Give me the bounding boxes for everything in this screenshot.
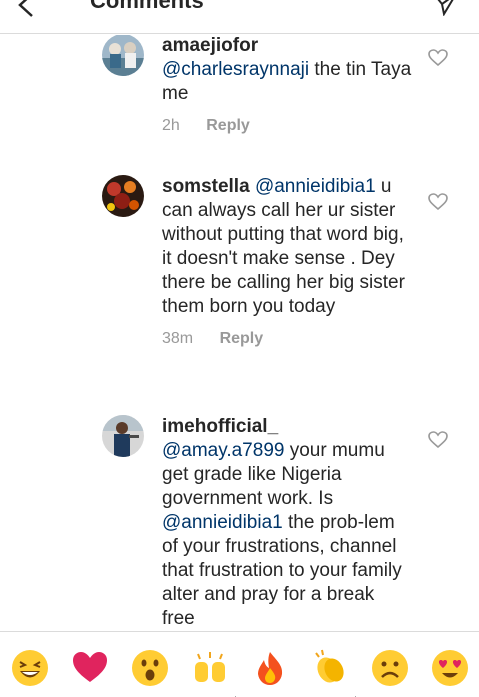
comments-header: Comments bbox=[0, 0, 479, 34]
heart-eyes-face-icon[interactable] bbox=[430, 648, 470, 688]
comment-username[interactable]: somstella bbox=[162, 176, 250, 197]
paper-plane-icon bbox=[437, 0, 454, 17]
raised-hands-glyph bbox=[195, 652, 225, 682]
red-heart-icon[interactable] bbox=[70, 648, 110, 688]
like-button[interactable] bbox=[428, 431, 448, 449]
heart-eyes-face-glyph bbox=[432, 650, 468, 686]
raised-hands-icon[interactable] bbox=[190, 648, 236, 697]
like-button[interactable] bbox=[428, 49, 448, 67]
direct-message-button[interactable] bbox=[432, 0, 458, 17]
frowning-face-glyph bbox=[372, 650, 408, 686]
fire-glyph bbox=[258, 652, 283, 685]
back-arrow-icon bbox=[18, 0, 33, 17]
avatar[interactable] bbox=[102, 35, 144, 76]
clapping-hands-icon[interactable] bbox=[310, 648, 356, 697]
like-button[interactable] bbox=[428, 193, 448, 211]
avatar[interactable] bbox=[102, 415, 144, 457]
comment-username[interactable]: amaejiofor bbox=[162, 35, 258, 56]
comment-timestamp: 2h bbox=[162, 117, 180, 134]
reply-button[interactable]: Reply bbox=[220, 329, 264, 349]
surprised-face-icon[interactable] bbox=[130, 648, 170, 688]
red-heart-glyph bbox=[73, 652, 107, 682]
laughing-face-glyph bbox=[12, 650, 48, 686]
avatar-photo bbox=[102, 175, 144, 217]
heart-outline-icon bbox=[428, 49, 448, 67]
comment-text: amaejiofor @charlesraynnaji the tin Taya… bbox=[162, 35, 412, 136]
avatar-photo bbox=[102, 415, 144, 457]
emoji-quick-bar bbox=[0, 631, 479, 697]
comment-username[interactable]: imehofficial_ bbox=[162, 416, 278, 437]
comment-mention-2[interactable]: @annieidibia1 bbox=[162, 512, 283, 533]
comment-meta: 38m Reply bbox=[162, 329, 412, 349]
comment-text: imehofficial_ @amay.a7899 your mumu get … bbox=[162, 415, 412, 631]
heart-outline-icon bbox=[428, 431, 448, 449]
comment-message: u can always call her ur sister without … bbox=[162, 176, 405, 317]
comment-mention[interactable]: @annieidibia1 bbox=[255, 176, 376, 197]
comments-list[interactable]: amaejiofor @charlesraynnaji the tin Taya… bbox=[0, 35, 479, 631]
comment-mention[interactable]: @amay.a7899 bbox=[162, 440, 284, 461]
laughing-face-icon[interactable] bbox=[10, 648, 50, 688]
surprised-face-glyph bbox=[132, 650, 168, 686]
comment-mention[interactable]: @charlesraynnaji bbox=[162, 59, 309, 80]
clapping-hands-glyph bbox=[315, 649, 344, 683]
heart-outline-icon bbox=[428, 193, 448, 211]
comment-meta: 2h Reply bbox=[162, 116, 412, 136]
page-title: Comments bbox=[90, 0, 204, 13]
fire-icon[interactable] bbox=[250, 648, 290, 688]
comment-text: somstella @annieidibia1 u can always cal… bbox=[162, 175, 412, 349]
back-button[interactable] bbox=[14, 0, 40, 18]
frowning-face-icon[interactable] bbox=[370, 648, 410, 688]
reply-button[interactable]: Reply bbox=[206, 116, 250, 136]
comment-timestamp: 38m bbox=[162, 330, 194, 347]
avatar[interactable] bbox=[102, 175, 144, 217]
avatar-photo bbox=[102, 35, 144, 76]
